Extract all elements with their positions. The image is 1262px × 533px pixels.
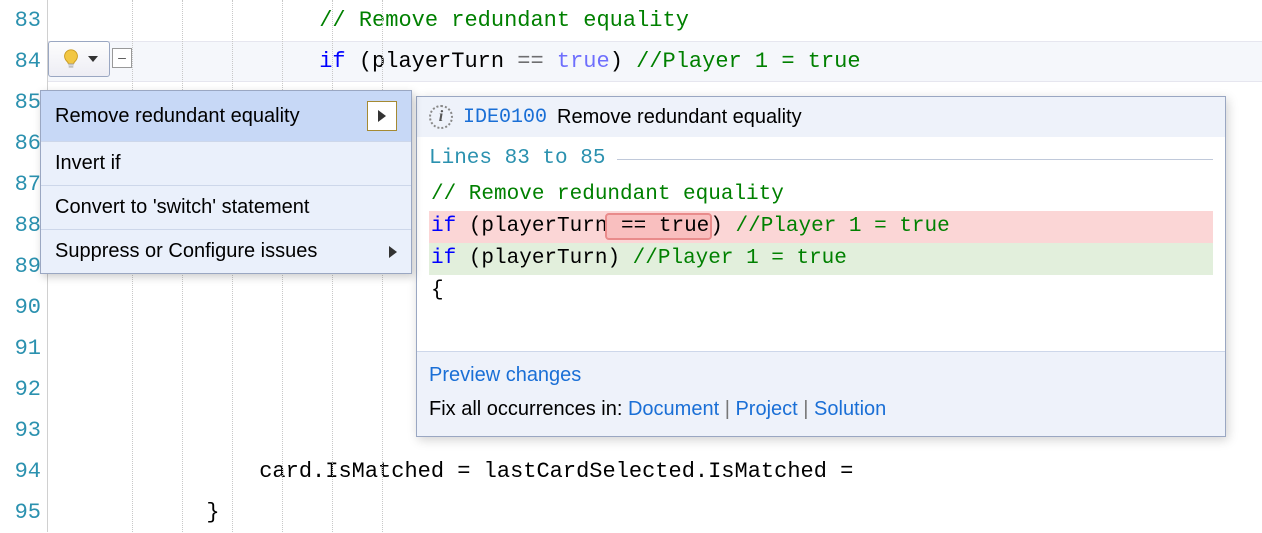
diff-context-line: // Remove redundant equality [429, 179, 1213, 211]
code-text: ) [710, 215, 735, 238]
comment-text: //Player 1 = true [636, 49, 860, 74]
diff-added-line: if (playerTurn) //Player 1 = true [429, 243, 1213, 275]
preview-changes-link[interactable]: Preview changes [429, 364, 581, 386]
line-number: 91 [0, 328, 41, 369]
code-text: (playerTurn [346, 49, 518, 74]
comment-text: //Player 1 = true [633, 247, 847, 270]
menu-item-suppress-configure[interactable]: Suppress or Configure issues [41, 230, 411, 273]
quick-actions-button[interactable] [48, 41, 110, 77]
rule-id: IDE0100 [463, 106, 547, 129]
panel-header: i IDE0100 Remove redundant equality [417, 97, 1225, 137]
code-line[interactable]: card.IsMatched = lastCardSelected.IsMatc… [48, 451, 1262, 492]
code-fix-preview-panel: i IDE0100 Remove redundant equality Line… [416, 96, 1226, 437]
line-number: 92 [0, 369, 41, 410]
comment-text: // Remove redundant equality [431, 183, 784, 206]
menu-item-convert-to-switch[interactable]: Convert to 'switch' statement [41, 186, 411, 230]
info-icon: i [429, 105, 453, 129]
line-number: 85 [0, 82, 41, 123]
code-text: card.IsMatched = lastCardSelected.IsMatc… [48, 459, 853, 484]
code-line[interactable]: } [48, 492, 1262, 533]
line-number: 89 [0, 246, 41, 287]
fix-document-link[interactable]: Document [628, 398, 719, 420]
line-number: 88 [0, 205, 41, 246]
diff-context-line: { [429, 275, 1213, 307]
diff-removed-line: if (playerTurn == true) //Player 1 = tru… [429, 211, 1213, 243]
comment-text: //Player 1 = true [736, 215, 950, 238]
diff-range-label: Lines 83 to 85 [429, 143, 605, 175]
code-text: == true [608, 215, 709, 238]
fix-project-link[interactable]: Project [735, 398, 797, 420]
line-number: 86 [0, 123, 41, 164]
diff-view: Lines 83 to 85 // Remove redundant equal… [417, 137, 1225, 351]
chevron-right-icon [389, 246, 397, 258]
rule-title: Remove redundant equality [557, 106, 802, 129]
diff-range-header: Lines 83 to 85 [429, 137, 1213, 179]
line-number: 93 [0, 410, 41, 451]
code-text: } [48, 500, 220, 525]
menu-item-label: Convert to 'switch' statement [55, 196, 309, 219]
code-line[interactable]: if (playerTurn == true) //Player 1 = tru… [48, 41, 1262, 82]
code-line[interactable]: // Remove redundant equality [48, 0, 1262, 41]
submenu-indicator[interactable] [367, 101, 397, 131]
fix-all-label: Fix all occurrences in: [429, 398, 628, 420]
redundant-code: == [517, 49, 557, 74]
code-text: (playerTurn) [456, 247, 632, 270]
line-number: 90 [0, 287, 41, 328]
line-number: 95 [0, 492, 41, 533]
menu-item-label: Suppress or Configure issues [55, 240, 317, 263]
lightbulb-icon [60, 48, 82, 70]
panel-footer: Preview changes Fix all occurrences in: … [417, 351, 1225, 436]
line-number: 83 [0, 0, 41, 41]
keyword: if [319, 49, 345, 74]
separator: | [803, 398, 814, 420]
separator: | [725, 398, 736, 420]
quick-actions-menu: Remove redundant equality Invert if Conv… [40, 90, 412, 274]
divider [617, 159, 1213, 160]
code-text: (playerTurn [456, 215, 607, 238]
keyword: true [557, 49, 610, 74]
fix-solution-link[interactable]: Solution [814, 398, 886, 420]
chevron-right-icon [378, 110, 386, 122]
outline-collapse-toggle[interactable]: – [112, 48, 132, 68]
code-text: ) [610, 49, 636, 74]
menu-item-invert-if[interactable]: Invert if [41, 142, 411, 186]
keyword: if [431, 247, 456, 270]
keyword: if [431, 215, 456, 238]
code-text: { [431, 279, 444, 302]
line-number: 94 [0, 451, 41, 492]
chevron-down-icon [88, 56, 98, 62]
line-number: 87 [0, 164, 41, 205]
removed-span: == true [607, 215, 710, 238]
comment-text: // Remove redundant equality [319, 8, 689, 33]
menu-item-label: Remove redundant equality [55, 105, 300, 128]
menu-item-remove-redundant-equality[interactable]: Remove redundant equality [41, 91, 411, 142]
menu-item-label: Invert if [55, 152, 121, 175]
line-number: 84 [0, 41, 41, 82]
